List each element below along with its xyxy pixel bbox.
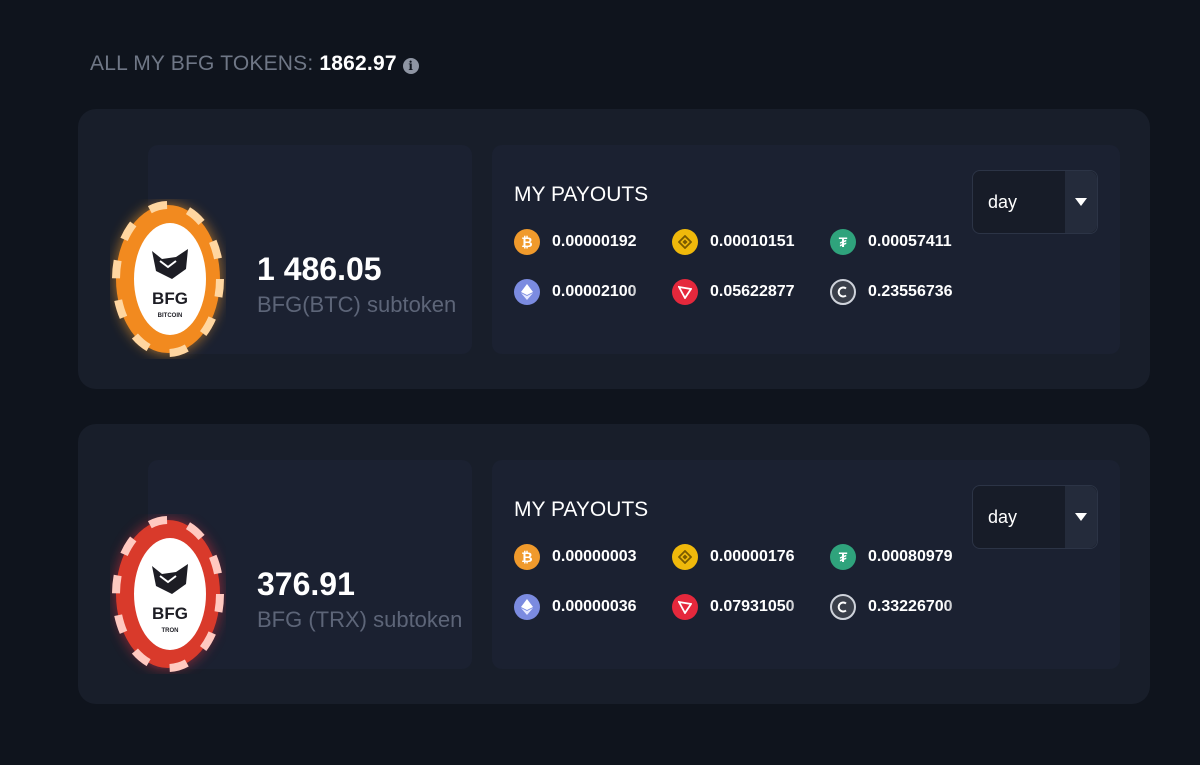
tron-icon [672,594,698,620]
bfg-coin-icon [830,279,856,305]
svg-text:TRON: TRON [162,628,179,634]
bitcoin-icon: ₿ [514,229,540,255]
payout-value: 0.07931050 [710,598,795,615]
period-select-toggle[interactable] [1065,486,1097,548]
payouts-grid: ₿ 0.00000003 0.00000176 ₮ 0.00080979 0.0… [514,544,988,620]
tron-icon [672,279,698,305]
payout-item-btc: ₿ 0.00000003 [514,544,672,570]
payout-value: 0.00000036 [552,598,637,615]
payout-value: 0.00080979 [868,548,953,565]
total-tokens-label: ALL MY BFG TOKENS: [90,52,314,75]
period-select-value: day [988,191,1018,212]
payouts-title: MY PAYOUTS [514,183,649,206]
payout-value: 0.23556736 [868,283,953,300]
period-select-toggle[interactable] [1065,171,1097,233]
payout-item-eth: 0.00002100 [514,279,672,305]
payout-value: 0.00002100 [552,283,637,300]
info-icon[interactable]: i [402,57,419,74]
bitcoin-icon: ₿ [514,544,540,570]
caret-down-icon [1075,513,1087,521]
subtoken-balance-panel: BFG TRON 376.91 BFG (TRX) subtoken [112,460,472,672]
payout-value: 0.00000192 [552,233,637,250]
payout-value: 0.00010151 [710,233,795,250]
caret-down-icon [1075,198,1087,206]
payout-item-bnb: 0.00010151 [672,229,830,255]
payouts-title: MY PAYOUTS [514,498,649,521]
ethereum-icon [514,594,540,620]
subtoken-amount: 376.91 [257,566,355,602]
period-select[interactable]: day [972,485,1098,549]
bfg-coin-icon [830,594,856,620]
svg-text:BFG: BFG [152,289,188,308]
bfg-tron-chip-logo: BFG TRON [112,516,224,672]
period-select-value: day [988,506,1018,527]
subtoken-amount: 1 486.05 [257,251,382,287]
payout-value: 0.00000176 [710,548,795,565]
payout-value: 0.00057411 [868,233,952,250]
subtoken-name: BFG(BTC) subtoken [257,292,457,317]
total-tokens-value: 1862.97 [319,52,397,75]
subtoken-card-trx: BFG TRON 376.91 BFG (TRX) subtoken MY PA… [78,424,1150,704]
payout-item-bfg: 0.23556736 [830,279,988,305]
bfg-bitcoin-chip-logo: BFG BITCOIN [112,201,224,357]
payout-item-usdt: ₮ 0.00057411 [830,229,988,255]
payout-value: 0.33226700 [868,598,953,615]
bnb-icon [672,544,698,570]
payout-value: 0.05622877 [710,283,795,300]
subtoken-name: BFG (TRX) subtoken [257,607,463,632]
payouts-grid: ₿ 0.00000192 0.00010151 ₮ 0.00057411 0.0… [514,229,988,305]
ethereum-icon [514,279,540,305]
svg-text:BITCOIN: BITCOIN [158,313,183,319]
subtoken-card-btc: BFG BITCOIN 1 486.05 BFG(BTC) subtoken M… [78,109,1150,389]
payout-item-bfg: 0.33226700 [830,594,988,620]
svg-text:BFG: BFG [152,604,188,623]
total-tokens-header: ALL MY BFG TOKENS: 1862.97 i [90,52,419,76]
payout-item-btc: ₿ 0.00000192 [514,229,672,255]
payout-item-trx: 0.07931050 [672,594,830,620]
payout-item-trx: 0.05622877 [672,279,830,305]
payout-item-eth: 0.00000036 [514,594,672,620]
payout-value: 0.00000003 [552,548,637,565]
period-select[interactable]: day [972,170,1098,234]
tether-icon: ₮ [830,229,856,255]
tether-icon: ₮ [830,544,856,570]
subtoken-balance-panel: BFG BITCOIN 1 486.05 BFG(BTC) subtoken [112,145,472,357]
payout-item-bnb: 0.00000176 [672,544,830,570]
payout-item-usdt: ₮ 0.00080979 [830,544,988,570]
bnb-icon [672,229,698,255]
